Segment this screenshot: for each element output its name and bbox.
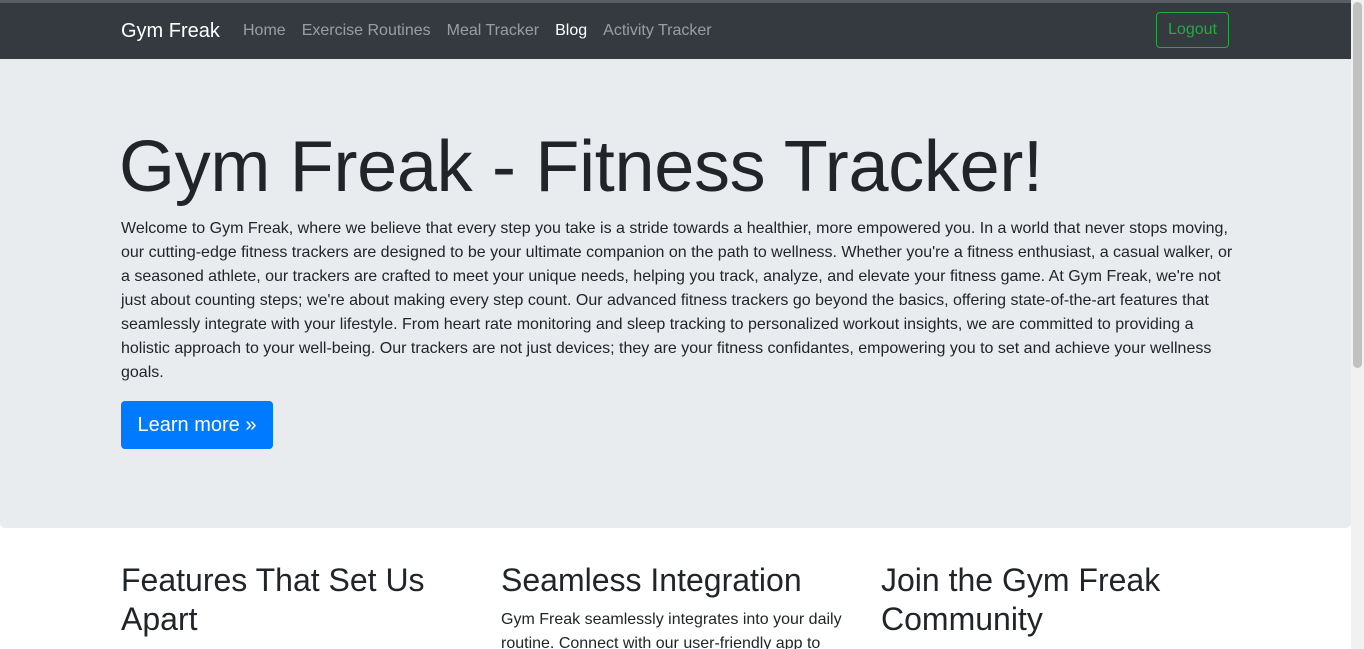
feature-heading-3: Join the Gym Freak Community xyxy=(881,562,1161,637)
hero-description: Welcome to Gym Freak, where we believe t… xyxy=(121,220,1233,381)
hero-section: Gym Freak - Fitness Tracker! Welcome to … xyxy=(0,59,1351,528)
learn-more-button[interactable]: Learn more » xyxy=(121,401,273,449)
vertical-scrollbar-thumb[interactable] xyxy=(1353,2,1362,368)
nav-link-home[interactable]: Home xyxy=(243,20,294,42)
nav-link-exercise-routines[interactable]: Exercise Routines xyxy=(302,20,439,42)
nav-link-activity-tracker[interactable]: Activity Tracker xyxy=(603,20,719,42)
nav-link-meal-tracker[interactable]: Meal Tracker xyxy=(447,20,547,42)
navbar: Gym Freak Home Exercise Routines Meal Tr… xyxy=(0,3,1351,59)
feature-text-2: Gym Freak seamlessly integrates into you… xyxy=(501,611,842,649)
feature-column-1: Features That Set Us Apart xyxy=(121,561,471,647)
hero-title: Gym Freak - Fitness Tracker! xyxy=(119,127,1043,207)
feature-column-3: Join the Gym Freak Community xyxy=(881,561,1231,647)
logout-button[interactable]: Logout xyxy=(1156,12,1229,48)
nav-links: Home Exercise Routines Meal Tracker Blog… xyxy=(243,20,728,42)
page: Gym Freak Home Exercise Routines Meal Tr… xyxy=(0,0,1351,649)
feature-heading-2: Seamless Integration xyxy=(501,562,802,598)
feature-column-2: Seamless Integration Gym Freak seamlessl… xyxy=(501,561,851,649)
nav-link-blog[interactable]: Blog xyxy=(555,20,595,42)
brand-link[interactable]: Gym Freak xyxy=(121,19,220,43)
feature-heading-1: Features That Set Us Apart xyxy=(121,562,425,637)
